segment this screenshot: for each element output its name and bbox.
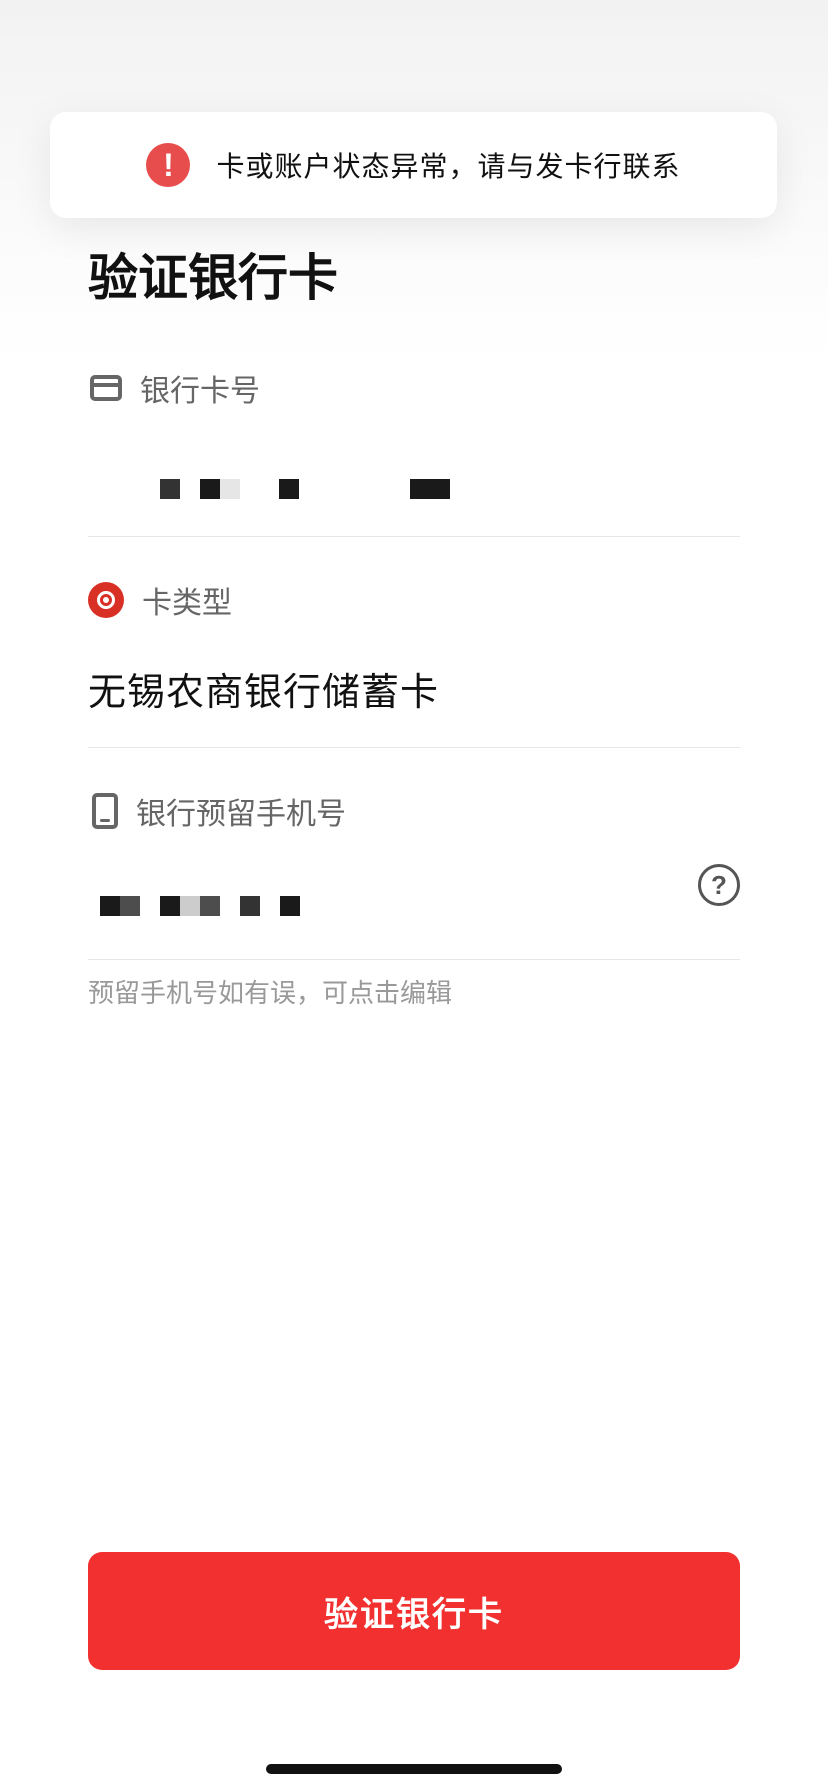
phone-edit-hint[interactable]: 预留手机号如有误，可点击编辑 bbox=[88, 976, 452, 1012]
phone-divider bbox=[88, 959, 740, 960]
page-title: 验证银行卡 bbox=[88, 249, 338, 307]
card-type-label: 卡类型 bbox=[142, 586, 232, 621]
error-toast: ! 卡或账户状态异常，请与发卡行联系 bbox=[50, 112, 777, 218]
phone-icon bbox=[92, 793, 118, 829]
exclamation-icon: ! bbox=[146, 143, 191, 187]
home-indicator bbox=[266, 1764, 562, 1774]
verify-card-button[interactable]: 验证银行卡 bbox=[88, 1552, 740, 1670]
card-type-field: 卡类型 无锡农商银行储蓄卡 bbox=[88, 578, 740, 748]
card-type-label-row: 卡类型 bbox=[88, 578, 740, 622]
card-number-masked-value bbox=[160, 479, 460, 499]
question-icon[interactable]: ? bbox=[698, 864, 740, 906]
phone-label-row: 银行预留手机号 bbox=[88, 789, 740, 833]
phone-field[interactable]: 银行预留手机号 ? bbox=[88, 789, 740, 960]
card-type-value: 无锡农商银行储蓄卡 bbox=[88, 670, 440, 714]
card-number-field[interactable]: 银行卡号 bbox=[88, 366, 740, 537]
card-icon bbox=[90, 375, 122, 401]
bank-logo-icon bbox=[88, 582, 124, 618]
card-number-label-row: 银行卡号 bbox=[88, 366, 740, 410]
card-number-divider bbox=[88, 536, 740, 537]
phone-masked-value bbox=[100, 896, 320, 916]
card-type-divider bbox=[88, 747, 740, 748]
toast-message: 卡或账户状态异常，请与发卡行联系 bbox=[216, 150, 681, 183]
phone-label: 银行预留手机号 bbox=[136, 797, 346, 832]
card-number-label: 银行卡号 bbox=[140, 374, 260, 409]
